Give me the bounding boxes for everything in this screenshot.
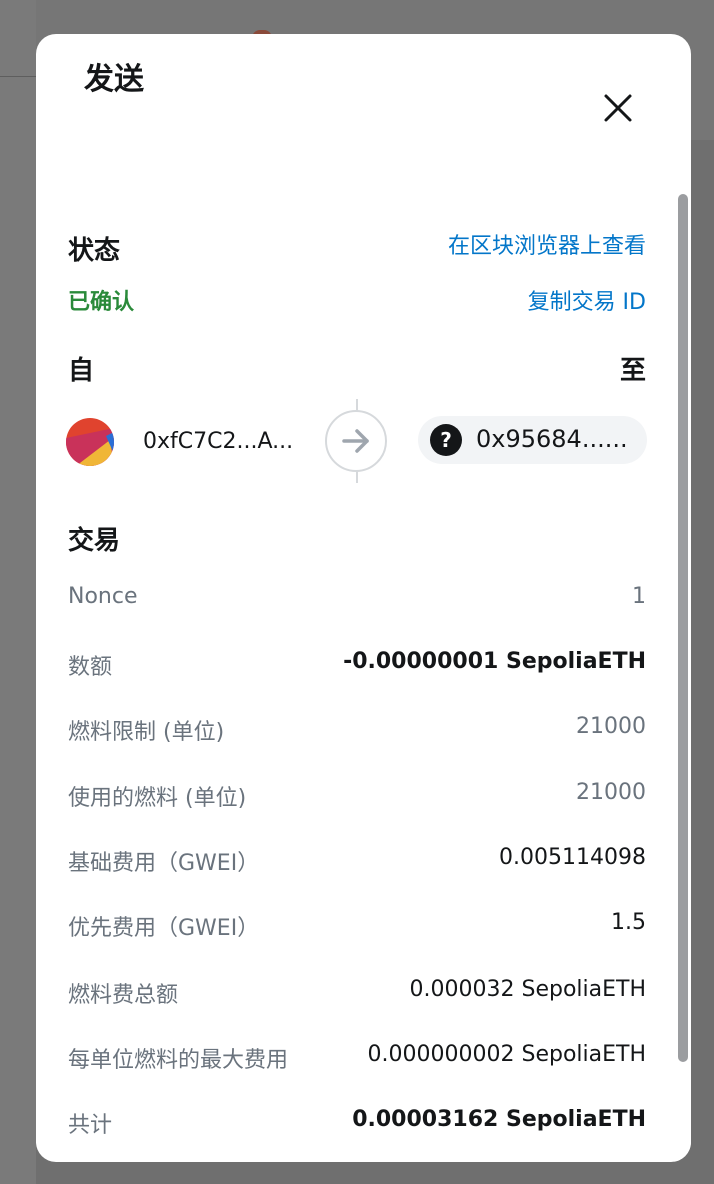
amount-label: 数额 [68, 655, 113, 680]
status-heading: 状态 [68, 236, 121, 266]
to-label: 至 [619, 356, 646, 386]
transaction-details-modal: 发送 状态 在区块浏览器上查看 已确认 复制交易 ID 自 至 0xfC7C2.… [36, 34, 691, 1162]
status-badge: 已确认 [68, 290, 135, 315]
nonce-value: 1 [632, 584, 646, 609]
transaction-heading: 交易 [68, 526, 121, 556]
from-label: 自 [68, 356, 95, 386]
nonce-label: Nonce [68, 584, 138, 609]
copy-transaction-id-link[interactable]: 复制交易 ID [528, 284, 646, 316]
gas-limit-label: 燃料限制 (单位) [68, 720, 225, 745]
total-gas-fee-value: 0.000032 SepoliaETH [409, 977, 646, 1002]
gas-used-label: 使用的燃料 (单位) [68, 786, 247, 811]
background-divider [0, 76, 36, 77]
direction-arrow [325, 410, 387, 472]
amount-value: -0.00000001 SepoliaETH [343, 649, 646, 674]
total-label: 共计 [68, 1113, 113, 1138]
base-fee-value: 0.005114098 [499, 845, 646, 870]
view-on-explorer-link[interactable]: 在区块浏览器上查看 [448, 228, 646, 260]
priority-fee-label: 优先费用（GWEI） [68, 916, 260, 941]
close-button[interactable] [596, 86, 640, 130]
to-address-pill[interactable]: ? 0x95684...... [418, 416, 647, 464]
background-page [0, 0, 36, 1184]
max-fee-per-gas-value: 0.000000002 SepoliaETH [367, 1042, 646, 1067]
question-mark-icon: ? [430, 424, 462, 456]
from-address[interactable]: 0xfC7C2...A... [143, 429, 293, 454]
total-value: 0.00003162 SepoliaETH [352, 1107, 646, 1132]
modal-title: 发送 [84, 62, 144, 97]
from-account-avatar [66, 418, 114, 466]
to-address: 0x95684...... [476, 425, 628, 453]
close-icon[interactable] [596, 86, 640, 130]
gas-used-value: 21000 [576, 780, 646, 805]
gas-limit-value: 21000 [576, 714, 646, 739]
priority-fee-value: 1.5 [611, 910, 646, 935]
max-fee-per-gas-label: 每单位燃料的最大费用 [68, 1048, 289, 1073]
arrow-right-icon [342, 429, 369, 453]
base-fee-label: 基础费用（GWEI） [68, 851, 260, 876]
scrollbar-thumb[interactable] [678, 194, 688, 1062]
total-gas-fee-label: 燃料费总额 [68, 983, 179, 1008]
